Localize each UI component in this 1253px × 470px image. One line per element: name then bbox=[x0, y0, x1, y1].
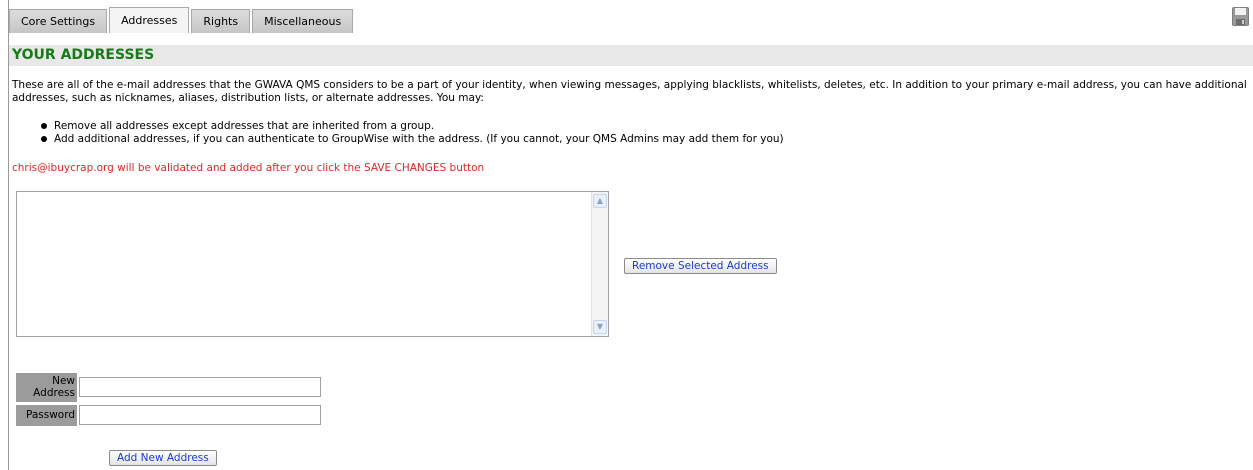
password-input[interactable] bbox=[79, 405, 321, 425]
address-list-scrollbar[interactable]: ▲ ▼ bbox=[591, 192, 608, 336]
password-label: Password bbox=[16, 405, 77, 426]
tab-bar: Core Settings Addresses Rights Miscellan… bbox=[9, 7, 355, 33]
tab-addresses[interactable]: Addresses bbox=[109, 7, 190, 33]
validation-notice: chris@ibuycrap.org will be validated and… bbox=[12, 162, 485, 174]
list-item: Add additional addresses, if you can aut… bbox=[41, 133, 784, 146]
save-icon[interactable] bbox=[1232, 7, 1249, 26]
bullet-icon bbox=[41, 123, 47, 129]
intro-text: These are all of the e-mail addresses th… bbox=[12, 79, 1247, 104]
remove-selected-address-button[interactable]: Remove Selected Address bbox=[624, 258, 777, 274]
tab-core-settings[interactable]: Core Settings bbox=[9, 9, 108, 33]
list-item-text: Add additional addresses, if you can aut… bbox=[54, 133, 784, 145]
list-item-text: Remove all addresses except addresses th… bbox=[54, 120, 435, 132]
section-title: YOUR ADDRESSES bbox=[12, 47, 155, 63]
new-address-label: New Address bbox=[16, 373, 77, 402]
scroll-down-icon[interactable]: ▼ bbox=[593, 320, 607, 334]
tab-miscellaneous[interactable]: Miscellaneous bbox=[252, 9, 354, 33]
tab-rights[interactable]: Rights bbox=[191, 9, 251, 33]
add-new-address-button[interactable]: Add New Address bbox=[109, 450, 217, 466]
instruction-list: Remove all addresses except addresses th… bbox=[41, 120, 784, 146]
address-listbox[interactable]: ▲ ▼ bbox=[16, 191, 609, 337]
bullet-icon bbox=[41, 136, 47, 142]
new-address-input[interactable] bbox=[79, 377, 321, 397]
section-header: YOUR ADDRESSES bbox=[9, 45, 1253, 66]
scroll-up-icon[interactable]: ▲ bbox=[593, 194, 607, 208]
list-item: Remove all addresses except addresses th… bbox=[41, 120, 784, 133]
